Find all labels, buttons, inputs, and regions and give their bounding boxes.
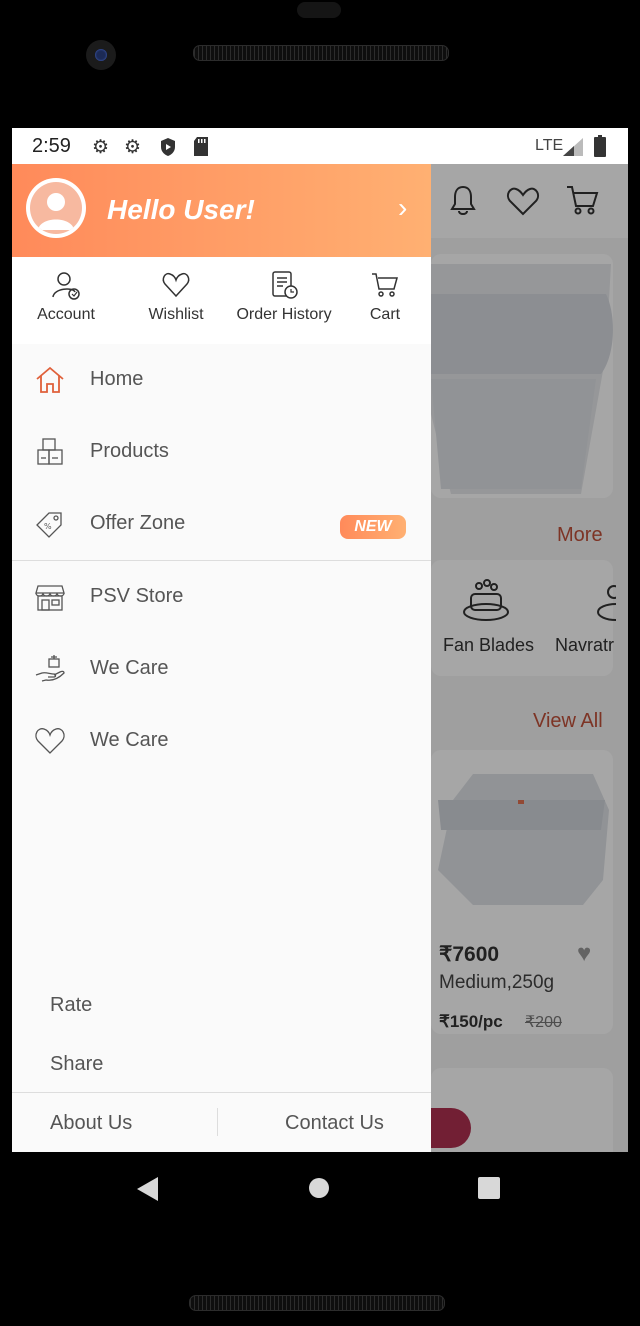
account-label: Account bbox=[37, 306, 95, 323]
recents-icon[interactable] bbox=[478, 1177, 500, 1199]
account-button[interactable]: Account bbox=[26, 257, 106, 344]
heart-icon bbox=[35, 728, 65, 754]
tag-icon: % bbox=[36, 512, 62, 538]
menu-item-home[interactable]: Home bbox=[12, 344, 431, 416]
navigation-bar bbox=[0, 1152, 640, 1232]
front-camera bbox=[86, 40, 116, 70]
cart-label: Cart bbox=[369, 306, 401, 323]
wishlist-label: Wishlist bbox=[148, 306, 204, 323]
status-bar: 2:59 ⚙ ⚙ LTE bbox=[12, 128, 628, 164]
share-link[interactable]: Share bbox=[50, 1053, 103, 1076]
cart-button[interactable]: Cart bbox=[355, 257, 415, 344]
avatar bbox=[26, 178, 86, 238]
bottom-speaker bbox=[189, 1295, 445, 1311]
shield-icon bbox=[161, 138, 175, 156]
quick-actions: Account Wishlist Order History Cart bbox=[12, 257, 431, 344]
account-icon bbox=[52, 272, 80, 300]
top-sensor bbox=[297, 2, 341, 18]
menu-item-offer-zone[interactable]: % Offer Zone NEW bbox=[12, 488, 431, 560]
footer-separator bbox=[217, 1108, 218, 1136]
cart-icon bbox=[372, 273, 398, 297]
menu-label: Home bbox=[90, 368, 144, 390]
new-badge: NEW bbox=[340, 515, 406, 539]
network-type: LTE bbox=[535, 137, 564, 154]
menu-label: PSV Store bbox=[90, 585, 184, 607]
settings-icon: ⚙ bbox=[124, 137, 142, 158]
home-icon bbox=[36, 366, 64, 393]
menu-item-we-care-2[interactable]: We Care bbox=[12, 705, 431, 777]
signal-icon bbox=[563, 138, 583, 156]
menu-item-psv-store[interactable]: PSV Store bbox=[12, 561, 431, 633]
hand-icon bbox=[35, 655, 65, 682]
back-icon[interactable] bbox=[136, 1176, 160, 1202]
heart-icon bbox=[162, 272, 190, 298]
wishlist-button[interactable]: Wishlist bbox=[136, 257, 216, 344]
menu-label: Offer Zone bbox=[90, 512, 186, 534]
battery-icon bbox=[594, 135, 606, 157]
contact-us-link[interactable]: Contact Us bbox=[285, 1112, 384, 1135]
order-history-icon bbox=[272, 271, 298, 299]
store-icon bbox=[35, 585, 65, 611]
chevron-right-icon[interactable]: › bbox=[398, 192, 407, 224]
settings-icon: ⚙ bbox=[92, 137, 110, 158]
drawer-header[interactable]: Hello User! › bbox=[12, 164, 431, 257]
order-history-label: Order History bbox=[236, 306, 332, 323]
earpiece-speaker bbox=[193, 45, 449, 61]
user-icon bbox=[38, 193, 74, 230]
products-icon bbox=[37, 438, 63, 465]
menu-label: We Care bbox=[90, 657, 169, 679]
home-button-icon[interactable] bbox=[308, 1177, 330, 1199]
menu-label: Products bbox=[90, 440, 169, 462]
navigation-drawer: Hello User! › Account Wishlist Order His… bbox=[12, 164, 431, 1152]
menu-item-we-care[interactable]: We Care bbox=[12, 633, 431, 705]
order-history-button[interactable]: Order History bbox=[233, 257, 335, 344]
screen: 2:59 ⚙ ⚙ LTE More Fan Blades Navratr Vie… bbox=[12, 128, 628, 1152]
footer-divider bbox=[12, 1092, 431, 1093]
menu-item-products[interactable]: Products bbox=[12, 416, 431, 488]
about-us-link[interactable]: About Us bbox=[50, 1112, 132, 1135]
status-time: 2:59 bbox=[32, 135, 71, 157]
sd-card-icon bbox=[194, 137, 208, 156]
svg-text:%: % bbox=[44, 522, 52, 531]
greeting-text: Hello User! bbox=[107, 194, 255, 225]
menu-label: We Care bbox=[90, 729, 169, 751]
rate-link[interactable]: Rate bbox=[50, 994, 92, 1017]
